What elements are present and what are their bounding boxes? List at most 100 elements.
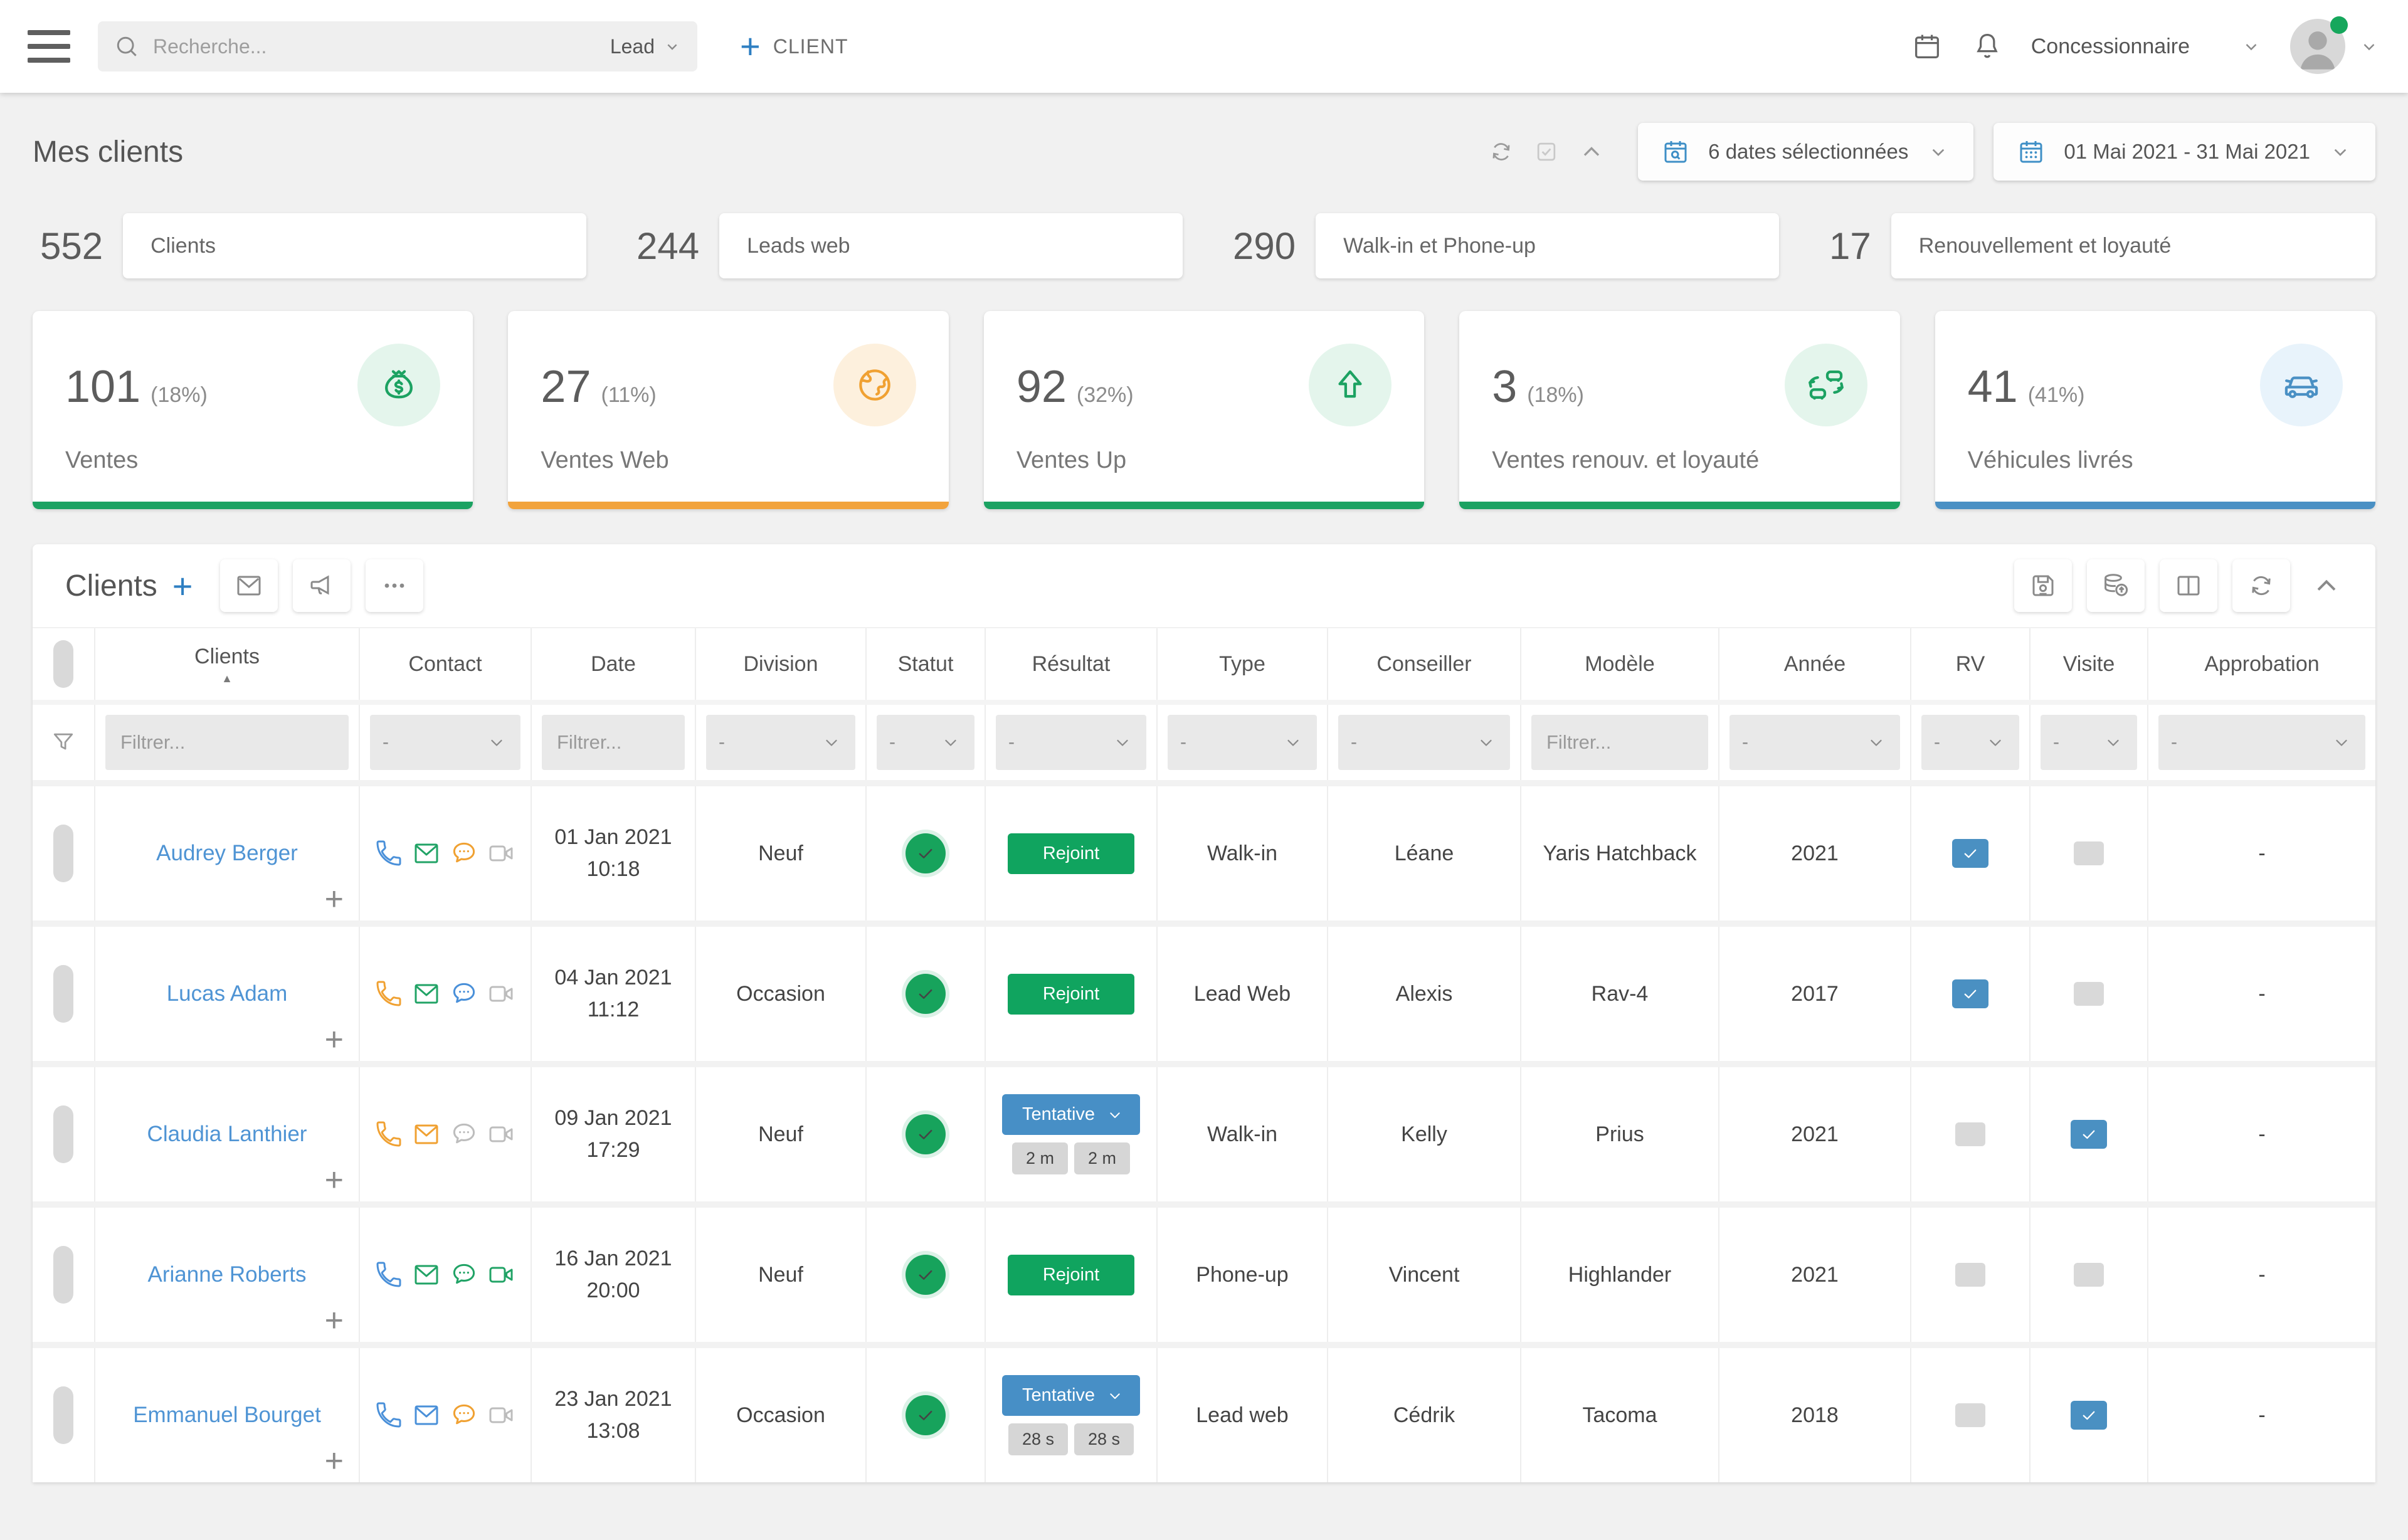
checkbox-unchecked[interactable] <box>2074 982 2104 1006</box>
dates-filter-dropdown[interactable]: 6 dates sélectionnées <box>1638 123 1973 181</box>
video-icon[interactable] <box>487 1119 517 1149</box>
refresh-table-button[interactable] <box>2232 559 2290 612</box>
phone-icon[interactable] <box>374 979 404 1009</box>
checkbox-checked[interactable] <box>1952 839 1988 868</box>
user-menu[interactable] <box>2290 19 2380 74</box>
column-header-anne[interactable]: Année <box>1719 628 1911 700</box>
chat-icon[interactable] <box>449 1260 479 1290</box>
video-icon[interactable] <box>487 838 517 868</box>
column-header-clients[interactable]: Clients▲ <box>95 628 360 700</box>
export-data-button[interactable] <box>2087 559 2145 612</box>
filter-select-statut[interactable]: - <box>877 715 974 770</box>
checkbox-unchecked[interactable] <box>1955 1263 1985 1287</box>
select-check-icon[interactable] <box>1533 138 1560 166</box>
result-tentative-button[interactable]: Tentative <box>1002 1094 1140 1135</box>
chat-icon[interactable] <box>449 1400 479 1430</box>
phone-icon[interactable] <box>374 838 404 868</box>
filter-select-division[interactable]: - <box>706 715 855 770</box>
collapse-icon[interactable] <box>1578 138 1605 166</box>
refresh-icon[interactable] <box>1487 138 1515 166</box>
row-add-icon[interactable]: + <box>325 1164 344 1196</box>
row-add-icon[interactable]: + <box>325 1304 344 1337</box>
add-row-plus-icon[interactable]: + <box>172 566 193 606</box>
client-name-link[interactable]: Emmanuel Bourget <box>133 1403 321 1428</box>
filter-input-date[interactable] <box>542 715 685 770</box>
filter-select-conseiller[interactable]: - <box>1338 715 1510 770</box>
search-input[interactable] <box>140 35 610 58</box>
column-header-type[interactable]: Type <box>1158 628 1328 700</box>
filter-select-résultat[interactable]: - <box>996 715 1146 770</box>
video-icon[interactable] <box>487 979 517 1009</box>
filter-select-visite[interactable]: - <box>2041 715 2137 770</box>
collapse-table-icon[interactable] <box>2310 569 2343 602</box>
column-header-visite[interactable]: Visite <box>2030 628 2148 700</box>
filter-select-contact[interactable]: - <box>370 715 520 770</box>
chat-icon[interactable] <box>449 979 479 1009</box>
phone-icon[interactable] <box>374 1260 404 1290</box>
row-select-checkbox[interactable] <box>33 1208 95 1342</box>
column-header-approbation[interactable]: Approbation <box>2148 628 2375 700</box>
save-view-button[interactable] <box>2014 559 2072 612</box>
column-header-statut[interactable]: Statut <box>867 628 986 700</box>
column-header-date[interactable]: Date <box>532 628 696 700</box>
envelope-icon[interactable] <box>411 1119 441 1149</box>
column-header-conseiller[interactable]: Conseiller <box>1328 628 1521 700</box>
filter-select-rv[interactable]: - <box>1921 715 2019 770</box>
checkbox-checked[interactable] <box>1952 979 1988 1008</box>
filter-funnel-icon[interactable] <box>33 705 95 780</box>
chat-icon[interactable] <box>449 1119 479 1149</box>
client-name-link[interactable]: Lucas Adam <box>167 981 288 1006</box>
checkbox-unchecked[interactable] <box>2074 1263 2104 1287</box>
envelope-icon[interactable] <box>411 838 441 868</box>
column-header-division[interactable]: Division <box>696 628 867 700</box>
envelope-icon[interactable] <box>411 979 441 1009</box>
checkbox-checked[interactable] <box>2071 1120 2107 1149</box>
column-header-rsultat[interactable]: Résultat <box>986 628 1158 700</box>
menu-icon[interactable] <box>28 30 70 63</box>
column-header-rv[interactable]: RV <box>1911 628 2030 700</box>
filter-input-modèle[interactable] <box>1531 715 1708 770</box>
result-tentative-button[interactable]: Tentative <box>1002 1375 1140 1416</box>
select-all-checkbox[interactable] <box>33 628 95 700</box>
row-add-icon[interactable]: + <box>325 1445 344 1477</box>
result-rejoint-button[interactable]: Rejoint <box>1008 1255 1134 1295</box>
filter-select-approbation[interactable]: - <box>2158 715 2365 770</box>
checkbox-checked[interactable] <box>2071 1401 2107 1430</box>
result-rejoint-button[interactable]: Rejoint <box>1008 833 1134 874</box>
envelope-icon[interactable] <box>411 1400 441 1430</box>
campaign-button[interactable] <box>293 559 351 612</box>
split-columns-button[interactable] <box>2160 559 2217 612</box>
video-icon[interactable] <box>487 1400 517 1430</box>
filter-select-année[interactable]: - <box>1729 715 1900 770</box>
row-select-checkbox[interactable] <box>33 786 95 920</box>
org-dropdown[interactable]: Concessionnaire <box>2031 34 2263 59</box>
row-add-icon[interactable]: + <box>325 883 344 915</box>
chat-icon[interactable] <box>449 838 479 868</box>
row-select-checkbox[interactable] <box>33 927 95 1061</box>
row-select-checkbox[interactable] <box>33 1067 95 1201</box>
column-header-modle[interactable]: Modèle <box>1521 628 1719 700</box>
phone-icon[interactable] <box>374 1119 404 1149</box>
phone-icon[interactable] <box>374 1400 404 1430</box>
envelope-icon[interactable] <box>411 1260 441 1290</box>
column-header-contact[interactable]: Contact <box>360 628 532 700</box>
client-name-link[interactable]: Audrey Berger <box>156 841 298 866</box>
search-scope-dropdown[interactable]: Lead <box>610 35 682 58</box>
client-name-link[interactable]: Claudia Lanthier <box>147 1122 307 1147</box>
more-actions-button[interactable] <box>366 559 423 612</box>
filter-select-type[interactable]: - <box>1168 715 1317 770</box>
add-client-button[interactable]: + CLIENT <box>740 29 848 64</box>
email-bulk-button[interactable] <box>220 559 278 612</box>
bell-icon[interactable] <box>1971 30 2004 63</box>
video-icon[interactable] <box>487 1260 517 1290</box>
row-add-icon[interactable]: + <box>325 1023 344 1056</box>
checkbox-unchecked[interactable] <box>2074 841 2104 865</box>
filter-input-clients[interactable] <box>105 715 349 770</box>
date-range-dropdown[interactable]: 01 Mai 2021 - 31 Mai 2021 <box>1993 123 2375 181</box>
client-name-link[interactable]: Arianne Roberts <box>148 1262 307 1287</box>
checkbox-unchecked[interactable] <box>1955 1122 1985 1146</box>
checkbox-unchecked[interactable] <box>1955 1403 1985 1427</box>
result-rejoint-button[interactable]: Rejoint <box>1008 974 1134 1015</box>
calendar-icon[interactable] <box>1911 30 1943 63</box>
row-select-checkbox[interactable] <box>33 1348 95 1482</box>
